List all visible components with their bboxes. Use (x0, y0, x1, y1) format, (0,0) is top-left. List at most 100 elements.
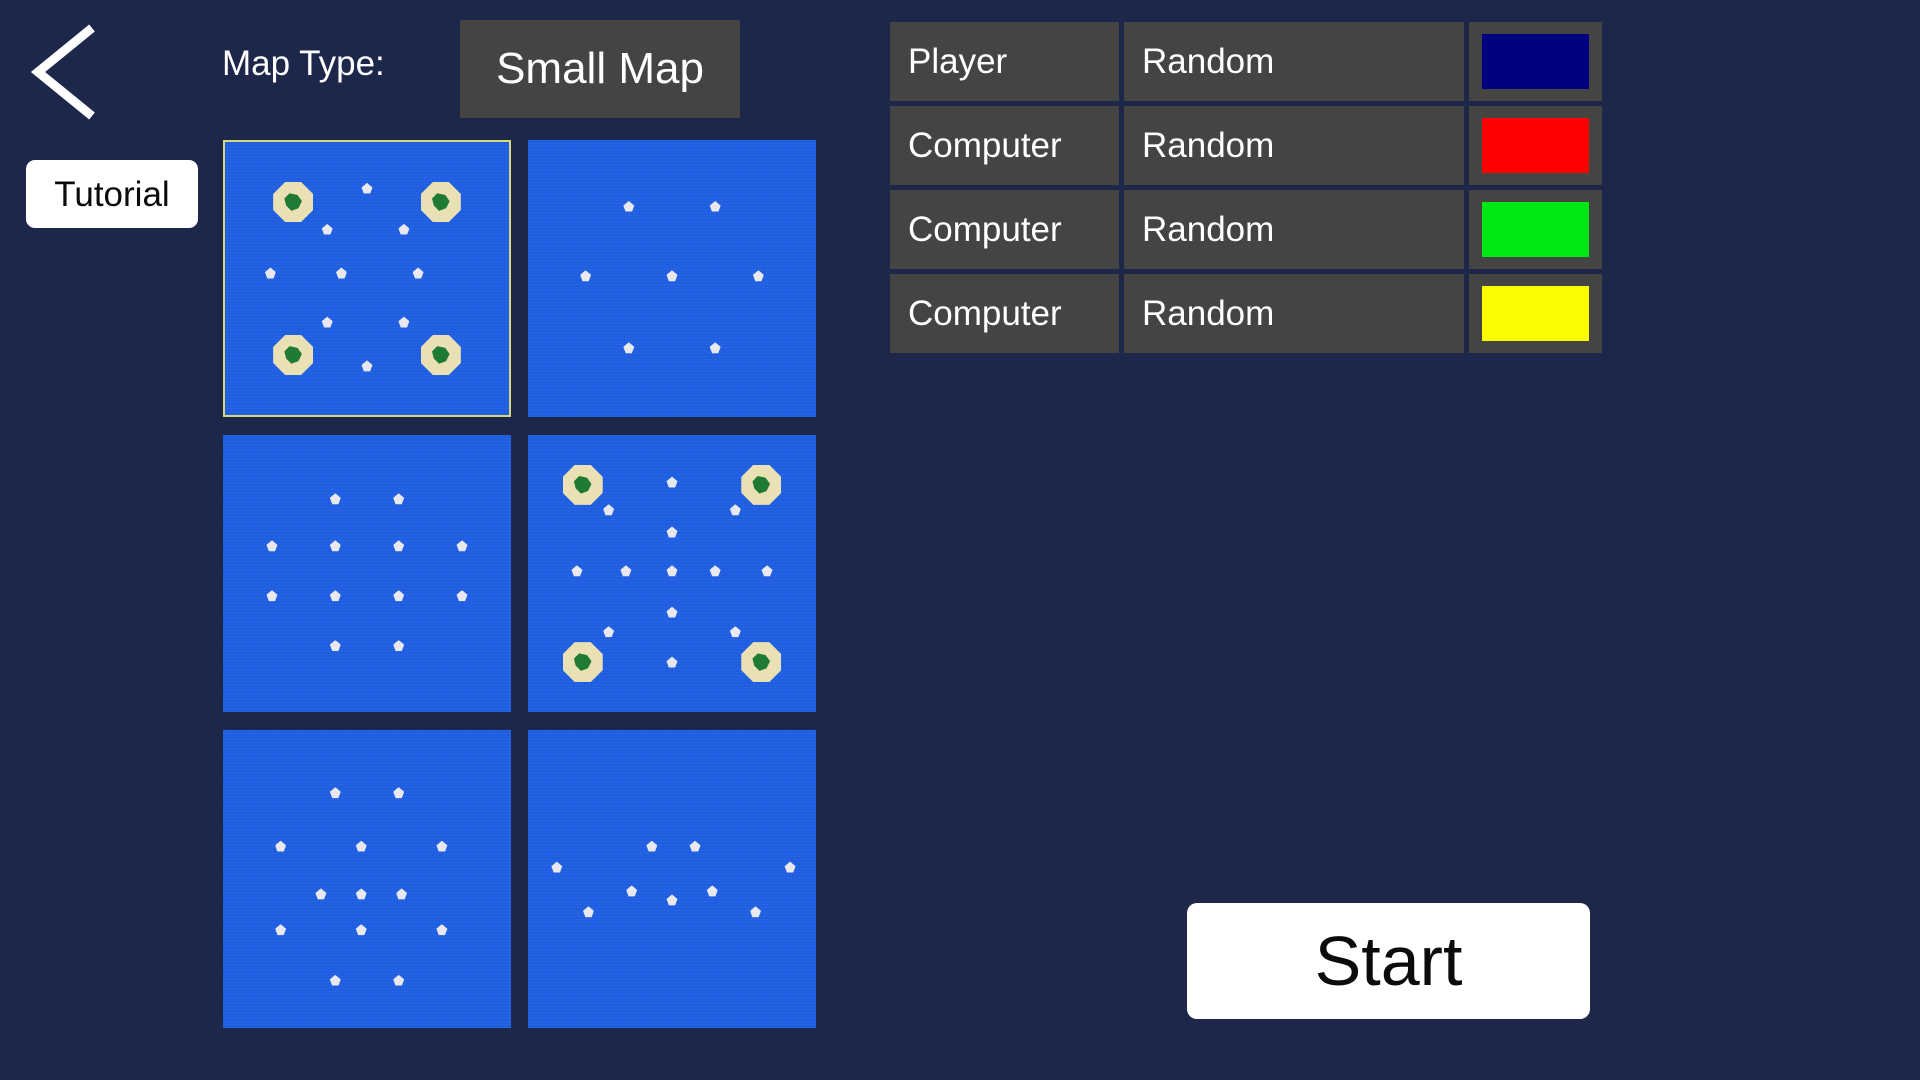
reef-marker (436, 840, 448, 852)
tutorial-button[interactable]: Tutorial (26, 160, 198, 228)
reef-marker (666, 565, 678, 577)
map-thumbnail-grid (223, 140, 816, 1038)
map-thumbnail[interactable] (223, 435, 511, 712)
reef-marker (393, 590, 405, 602)
reef-marker (436, 924, 448, 936)
reef-marker (689, 840, 701, 852)
player-slot-label: Computer (908, 210, 1062, 249)
player-slot-button[interactable]: Computer (890, 106, 1119, 185)
reef-marker (321, 223, 333, 235)
reef-marker (456, 540, 468, 552)
reef-marker (264, 267, 276, 279)
player-slot-button[interactable]: Player (890, 22, 1119, 101)
player-row: Computer Random (890, 190, 1602, 269)
reef-marker (571, 565, 583, 577)
reef-marker (393, 640, 405, 652)
back-button[interactable] (28, 22, 102, 122)
island-marker (420, 334, 461, 375)
reef-marker (623, 200, 635, 212)
reef-marker (603, 626, 615, 638)
player-slot-label: Player (908, 42, 1008, 81)
player-faction-button[interactable]: Random (1124, 106, 1464, 185)
reef-marker (329, 493, 341, 505)
reef-marker (603, 504, 615, 516)
reef-marker (666, 526, 678, 538)
reef-marker (329, 590, 341, 602)
reef-marker (666, 476, 678, 488)
reef-marker (275, 924, 287, 936)
reef-marker (706, 885, 718, 897)
reef-marker (393, 540, 405, 552)
reef-marker (329, 974, 341, 986)
reef-marker (329, 640, 341, 652)
reef-marker (398, 223, 410, 235)
reef-marker (729, 504, 741, 516)
reef-marker (623, 342, 635, 354)
reef-marker (456, 590, 468, 602)
reef-marker (582, 906, 594, 918)
map-selection-screen: Tutorial Map Type: Small Map Player Rando… (0, 0, 1920, 1080)
map-thumbnail[interactable] (223, 730, 511, 1028)
player-faction-button[interactable]: Random (1124, 190, 1464, 269)
reef-marker (761, 565, 773, 577)
reef-marker (329, 787, 341, 799)
start-button-label: Start (1314, 922, 1463, 1000)
reef-marker (335, 267, 347, 279)
reef-marker (666, 270, 678, 282)
player-faction-label: Random (1142, 126, 1275, 165)
island-marker (273, 182, 314, 223)
player-slot-button[interactable]: Computer (890, 274, 1119, 353)
reef-marker (393, 974, 405, 986)
player-slot-label: Computer (908, 294, 1062, 333)
reef-marker (266, 590, 278, 602)
player-color-button[interactable] (1469, 190, 1602, 269)
color-swatch-yellow (1482, 286, 1589, 341)
reef-marker (750, 906, 762, 918)
color-swatch-navy (1482, 34, 1589, 89)
map-thumbnail[interactable] (528, 435, 816, 712)
player-color-button[interactable] (1469, 274, 1602, 353)
tutorial-button-label: Tutorial (54, 174, 170, 214)
reef-marker (361, 360, 373, 372)
reef-marker (666, 894, 678, 906)
reef-marker (393, 787, 405, 799)
reef-marker (580, 270, 592, 282)
reef-marker (355, 924, 367, 936)
player-color-button[interactable] (1469, 106, 1602, 185)
player-slot-label: Computer (908, 126, 1062, 165)
island-marker (562, 642, 603, 683)
player-config-table: Player Random Computer Random Computer Random… (890, 22, 1602, 353)
player-slot-button[interactable]: Computer (890, 190, 1119, 269)
island-marker (741, 464, 782, 505)
player-faction-button[interactable]: Random (1124, 22, 1464, 101)
reef-marker (412, 267, 424, 279)
reef-marker (396, 888, 408, 900)
color-swatch-red (1482, 118, 1589, 173)
player-faction-label: Random (1142, 294, 1275, 333)
player-row: Computer Random (890, 106, 1602, 185)
reef-marker (784, 861, 796, 873)
map-thumbnail[interactable] (528, 140, 816, 417)
player-faction-label: Random (1142, 42, 1275, 81)
chevron-left-icon (30, 24, 95, 120)
map-thumbnail[interactable] (223, 140, 511, 417)
player-row: Player Random (890, 22, 1602, 101)
reef-marker (355, 888, 367, 900)
map-type-select[interactable]: Small Map (460, 20, 740, 118)
reef-marker (398, 316, 410, 328)
reef-marker (620, 565, 632, 577)
color-swatch-green (1482, 202, 1589, 257)
map-thumbnail[interactable] (528, 730, 816, 1028)
player-color-button[interactable] (1469, 22, 1602, 101)
reef-marker (626, 885, 638, 897)
player-faction-button[interactable]: Random (1124, 274, 1464, 353)
start-button[interactable]: Start (1187, 903, 1590, 1019)
island-marker (562, 464, 603, 505)
reef-marker (266, 540, 278, 552)
reef-marker (752, 270, 764, 282)
reef-marker (729, 626, 741, 638)
reef-marker (666, 656, 678, 668)
island-marker (420, 182, 461, 223)
reef-marker (666, 606, 678, 618)
reef-marker (551, 861, 563, 873)
